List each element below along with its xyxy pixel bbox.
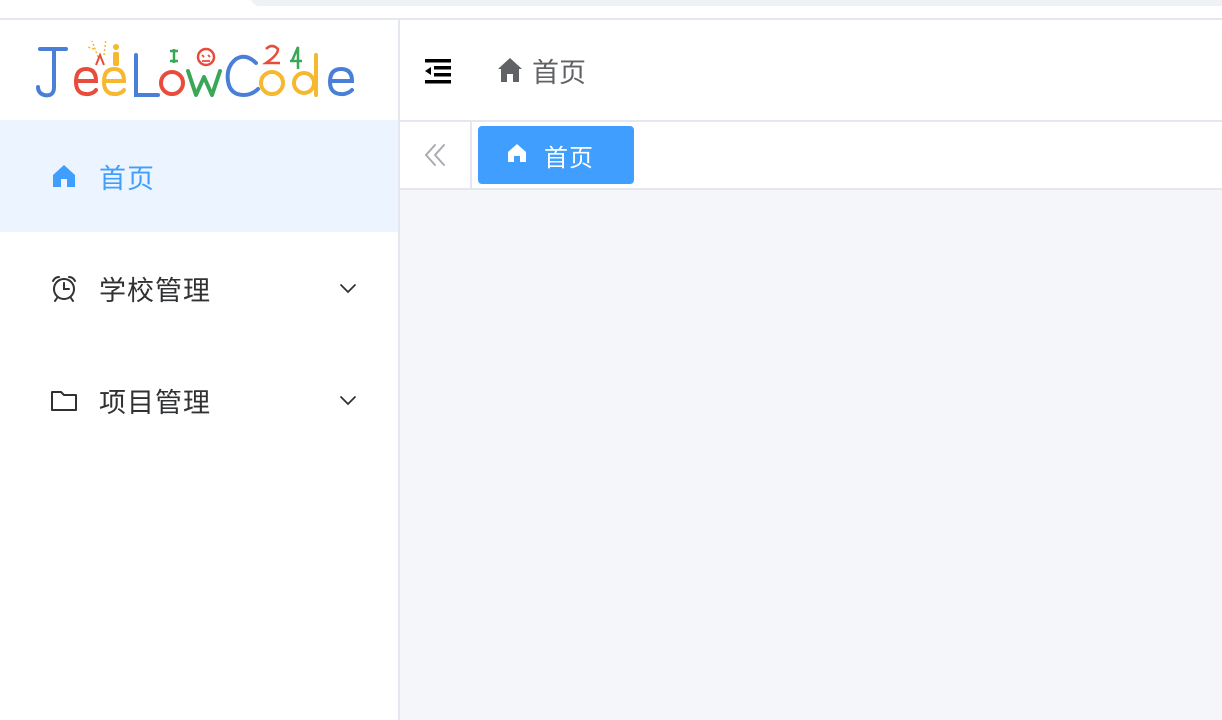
chevron-down-icon[interactable] (338, 390, 358, 410)
breadcrumb: 首页 (496, 51, 586, 90)
chevron-down-icon[interactable] (338, 278, 358, 298)
tab-home[interactable]: 首页 (478, 126, 634, 184)
home-icon (496, 56, 524, 84)
sidebar-item-school-management[interactable]: 学校管理 (0, 232, 398, 344)
sidebar-menu: 首页 学校管理 项目管理 (0, 120, 398, 456)
logo[interactable] (0, 20, 398, 120)
jeelowcode-logo-icon (36, 38, 355, 98)
tabs-bar: 首页 (400, 122, 1222, 190)
folder-icon (50, 386, 78, 414)
sidebar: 首页 学校管理 项目管理 (0, 20, 400, 720)
browser-strip (0, 0, 1222, 20)
menu-fold-icon[interactable] (422, 55, 454, 87)
sidebar-item-project-management[interactable]: 项目管理 (0, 344, 398, 456)
main-content (400, 190, 1222, 720)
sidebar-item-label: 首页 (99, 163, 155, 195)
sidebar-item-label: 学校管理 (99, 275, 211, 307)
alarm-clock-icon (50, 274, 78, 302)
sidebar-item-home[interactable]: 首页 (0, 120, 398, 232)
sidebar-item-label: 项目管理 (99, 387, 211, 419)
home-icon (506, 142, 528, 168)
breadcrumb-item[interactable]: 首页 (532, 51, 586, 90)
tab-label: 首页 (544, 143, 594, 172)
double-chevron-left-icon[interactable] (400, 122, 472, 188)
top-header: 首页 (400, 20, 1222, 122)
address-bar[interactable] (250, 0, 1222, 6)
home-icon (50, 162, 78, 190)
